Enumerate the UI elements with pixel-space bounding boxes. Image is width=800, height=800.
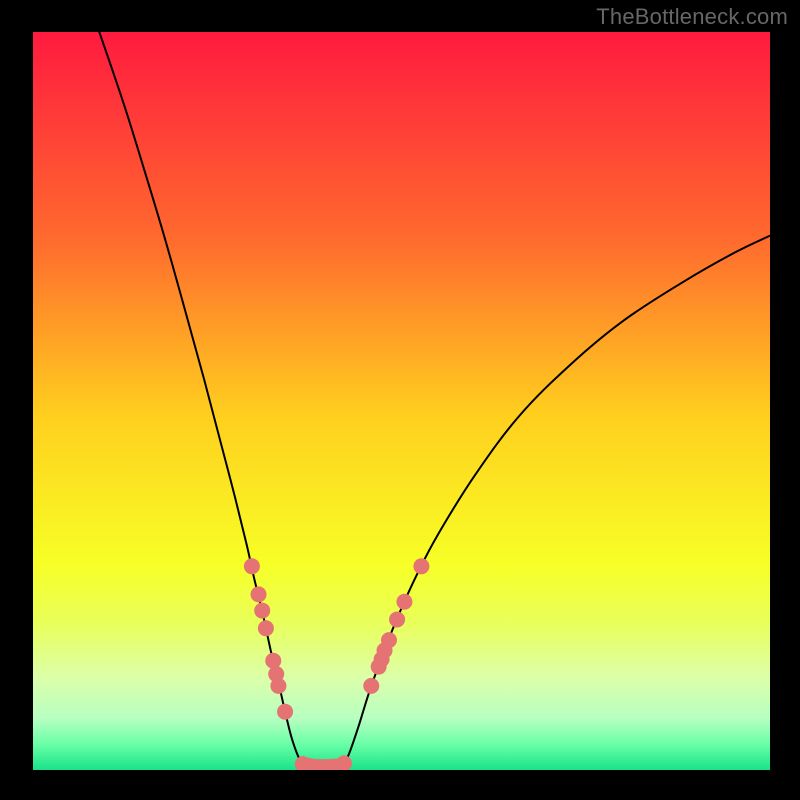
curve-marker xyxy=(270,678,286,694)
curve-marker xyxy=(396,594,412,610)
curve-marker xyxy=(244,558,260,574)
plot-background xyxy=(33,32,770,770)
curve-marker xyxy=(413,558,429,574)
curve-marker xyxy=(363,678,379,694)
curve-marker xyxy=(277,704,293,720)
watermark-text: TheBottleneck.com xyxy=(596,4,788,30)
curve-marker xyxy=(389,611,405,627)
curve-marker xyxy=(381,632,397,648)
curve-marker xyxy=(265,653,281,669)
curve-marker xyxy=(258,620,274,636)
curve-marker xyxy=(336,755,352,771)
chart-container: { "watermark": "TheBottleneck.com", "cha… xyxy=(0,0,800,800)
bottleneck-chart xyxy=(0,0,800,800)
curve-marker xyxy=(251,586,267,602)
curve-marker xyxy=(254,603,270,619)
